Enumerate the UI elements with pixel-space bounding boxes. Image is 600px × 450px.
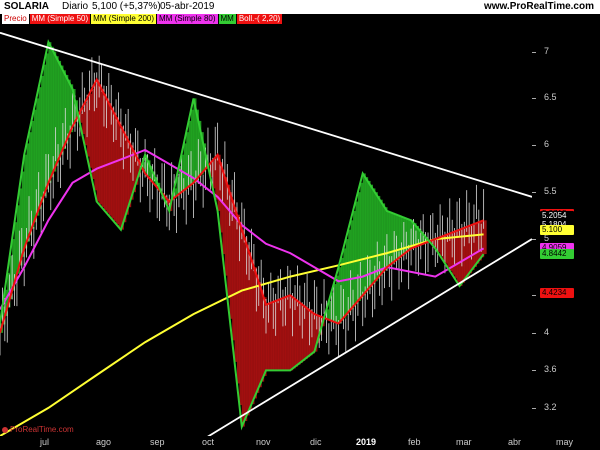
- legend-item: MM (Simple 200): [91, 14, 157, 24]
- x-tick-label: abr: [508, 437, 522, 447]
- price-chart[interactable]: [0, 14, 532, 436]
- x-tick-label: feb: [408, 437, 421, 447]
- x-tick-label: jul: [40, 437, 50, 447]
- site-link[interactable]: www.ProRealTime.com: [484, 1, 594, 12]
- legend-item: MM (Simple 50): [29, 14, 91, 24]
- x-tick-label: ago: [96, 437, 112, 447]
- cloud-segment: [483, 220, 487, 255]
- price-label-badge: 4.4234: [540, 288, 574, 299]
- legend-item: Precio: [2, 14, 29, 24]
- x-tick-label: dic: [310, 437, 322, 447]
- ticker-symbol: SOLARIA: [4, 1, 49, 12]
- y-tick-label: 7: [531, 45, 550, 56]
- prorealtime-logo-icon: [2, 426, 8, 433]
- time-axis: jul ago sep oct nov dic 2019 feb mar abr may: [0, 436, 600, 450]
- watermark-text: ProRealTime.com: [10, 425, 74, 434]
- period-label: Diario: [62, 1, 89, 12]
- plot-area[interactable]: [0, 14, 532, 436]
- chart-window: SOLARIA Diario 5,100 (+5,37%) 05-abr-201…: [0, 0, 600, 450]
- watermark: ProRealTime.com: [2, 425, 74, 434]
- y-tick-label: 3.2: [532, 401, 557, 412]
- legend-item: Boll.-( 2,20): [236, 14, 283, 24]
- title-bar: SOLARIA Diario 5,100 (+5,37%) 05-abr-201…: [0, 0, 600, 14]
- y-tick-label: 4: [531, 326, 550, 337]
- y-tick-label: 3.6: [532, 364, 557, 375]
- date-label: 05-abr-2019: [160, 1, 215, 12]
- x-tick-label: mar: [456, 437, 472, 447]
- x-tick-label: 2019: [356, 437, 377, 447]
- price-label-badge: 5.100: [540, 224, 574, 235]
- x-tick-label: sep: [150, 437, 165, 447]
- price-label-badge: 4.8442: [540, 249, 574, 260]
- x-tick-label: oct: [202, 437, 215, 447]
- y-tick-label: 6.5: [532, 92, 557, 103]
- legend-item: MM: [218, 14, 236, 24]
- legend-item: MM (Simple 80): [157, 14, 218, 24]
- x-tick-label: may: [556, 437, 574, 447]
- legend: Precio MM (Simple 50) MM (Simple 200) MM (S…: [2, 14, 283, 25]
- x-tick-label: nov: [256, 437, 271, 447]
- last-price: 5,100 (+5,37%): [92, 1, 161, 12]
- y-tick-label: 5.5: [532, 186, 557, 197]
- y-tick-label: 6: [531, 139, 550, 150]
